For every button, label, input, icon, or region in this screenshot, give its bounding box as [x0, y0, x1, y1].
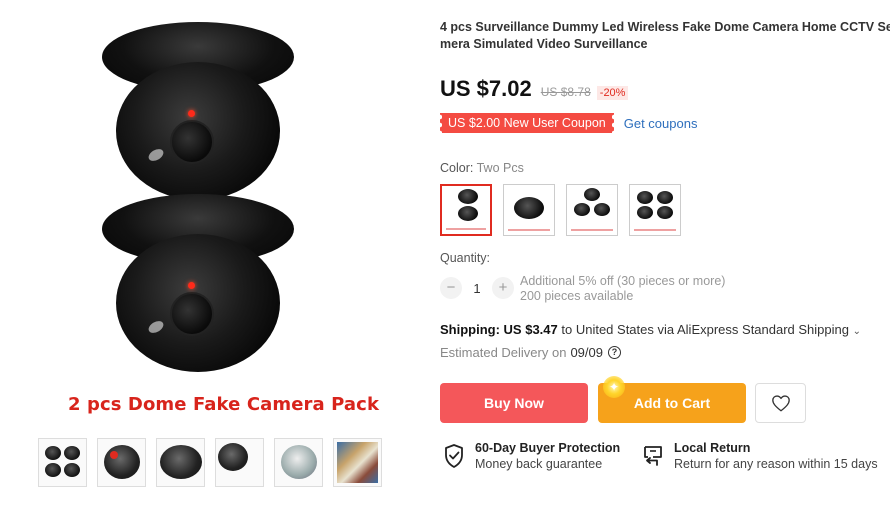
delivery-date: 09/09 — [570, 345, 603, 360]
new-user-coupon-badge[interactable]: US $2.00 New User Coupon — [438, 113, 616, 133]
quantity-note: Additional 5% off (30 pieces or more) 20… — [520, 274, 725, 304]
local-return-subtitle: Return for any reason within 15 days — [674, 457, 878, 471]
thumbnail-dome-red-led[interactable] — [97, 438, 146, 487]
color-label-text: Color: — [440, 161, 474, 175]
shield-check-icon — [445, 444, 463, 468]
shipping-info[interactable]: Shipping: US $3.47 to United States via … — [440, 322, 861, 337]
price-row: US $7.02 US $8.78 -20% — [440, 76, 629, 102]
get-coupons-link[interactable]: Get coupons — [624, 116, 698, 131]
shipping-cost: Shipping: US $3.47 — [440, 322, 558, 337]
thumbnail-strip — [38, 438, 382, 487]
color-swatches — [440, 184, 681, 236]
color-label: Color: Two Pcs — [440, 161, 524, 175]
color-option-one-pc[interactable] — [503, 184, 555, 236]
discount-badge: -20% — [596, 86, 629, 100]
chevron-down-icon: ⌄ — [852, 326, 862, 337]
original-price: US $8.78 — [540, 85, 591, 99]
product-gallery: 2 pcs Dome Fake Camera Pack — [0, 0, 430, 513]
bulk-discount-note: Additional 5% off (30 pieces or more) — [520, 274, 726, 288]
product-title-line-1: 4 pcs Surveillance Dummy Led Wireless Fa… — [440, 20, 890, 34]
delivery-label: Estimated Delivery on — [440, 345, 567, 360]
image-caption: 2 pcs Dome Fake Camera Pack — [68, 394, 380, 415]
buyer-protection-subtitle: Money back guarantee — [475, 457, 603, 471]
thumbnail-dome-white[interactable] — [274, 438, 323, 487]
quantity-label: Quantity: — [440, 251, 491, 265]
sparkle-icon: ✦ — [603, 376, 625, 398]
thumbnail-dome-accessories[interactable] — [215, 438, 264, 487]
shipping-destination: to United States via AliExpress Standard… — [561, 322, 849, 337]
buy-now-button[interactable]: Buy Now — [440, 383, 588, 423]
return-box-icon — [644, 446, 662, 466]
local-return[interactable]: Local Return Return for any reason withi… — [642, 440, 878, 472]
estimated-delivery: Estimated Delivery on 09/09 ? — [440, 345, 621, 360]
dome-camera-image-top — [98, 22, 298, 212]
buyer-protection[interactable]: 60-Day Buyer Protection Money back guara… — [443, 440, 620, 472]
quantity-decrement-button[interactable]: − — [440, 277, 462, 299]
color-selected-value: Two Pcs — [476, 161, 524, 175]
thumbnail-dome-grey[interactable] — [156, 438, 205, 487]
stock-available-note: 200 pieces available — [520, 289, 634, 303]
current-price: US $7.02 — [440, 76, 532, 101]
main-product-image[interactable]: 2 pcs Dome Fake Camera Pack — [30, 8, 400, 428]
heart-icon — [771, 395, 790, 412]
quantity-stepper: − 1 + — [440, 277, 514, 299]
help-icon[interactable]: ? — [608, 346, 621, 359]
color-option-three-pcs[interactable] — [566, 184, 618, 236]
color-option-two-pcs[interactable] — [440, 184, 492, 236]
product-info-panel: 4 pcs Surveillance Dummy Led Wireless Fa… — [438, 0, 890, 513]
buyer-protection-title: 60-Day Buyer Protection — [475, 441, 621, 455]
thumbnail-installation-photos[interactable] — [333, 438, 382, 487]
coupon-row: US $2.00 New User Coupon Get coupons — [438, 113, 698, 133]
thumbnail-four-cameras[interactable] — [38, 438, 87, 487]
quantity-increment-button[interactable]: + — [492, 277, 514, 299]
wishlist-button[interactable] — [755, 383, 806, 423]
product-title-line-2: mera Simulated Video Surveillance — [440, 37, 648, 51]
dome-camera-image-bottom — [98, 194, 298, 384]
color-option-four-pcs[interactable] — [629, 184, 681, 236]
local-return-title: Local Return — [674, 441, 751, 455]
quantity-input[interactable]: 1 — [462, 281, 492, 296]
product-title: 4 pcs Surveillance Dummy Led Wireless Fa… — [440, 19, 890, 53]
